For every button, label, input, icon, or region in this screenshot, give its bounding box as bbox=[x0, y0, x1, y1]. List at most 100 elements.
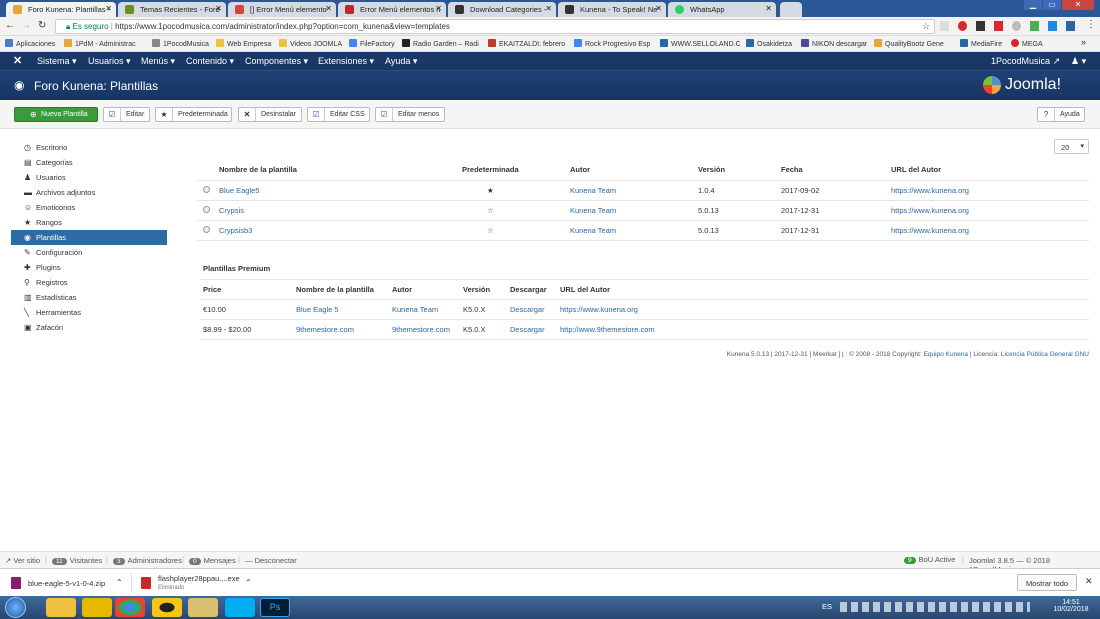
chevron-up-icon[interactable]: ⌃ bbox=[116, 578, 123, 587]
view-site-link[interactable]: ↗ Ver sitio bbox=[5, 556, 40, 565]
row-radio[interactable] bbox=[203, 225, 210, 233]
url-input[interactable]: 🔒︎ Es seguro | https://www.1pocodmusica.… bbox=[55, 19, 935, 34]
close-tab-icon[interactable]: ✕ bbox=[325, 4, 332, 13]
sidebar-item-categorias[interactable]: ▤ Categorías bbox=[11, 155, 167, 170]
row-radio[interactable] bbox=[203, 205, 210, 213]
edit-button[interactable]: ☑ Editar bbox=[103, 107, 150, 122]
bookmark-item[interactable]: Rock Progresivo Esp bbox=[574, 39, 650, 48]
extension-icon[interactable] bbox=[976, 21, 985, 31]
bou-status[interactable]: 9 BoU Active bbox=[904, 555, 955, 564]
browser-tab[interactable]: Error Menú elementos n ✕ bbox=[338, 2, 446, 17]
sidebar-item-herramientas[interactable]: ╲ Herramientas bbox=[11, 305, 167, 320]
menu-ayuda[interactable]: Ayuda ▾ bbox=[385, 56, 417, 67]
new-template-button[interactable]: ⊕ Nueva Plantilla bbox=[14, 107, 98, 122]
download-link[interactable]: Descargar bbox=[510, 305, 545, 314]
close-tab-icon[interactable]: ✕ bbox=[215, 4, 222, 13]
logout-link[interactable]: — Desconectar bbox=[245, 556, 297, 565]
template-name-link[interactable]: 9themestore.com bbox=[296, 325, 354, 334]
close-tab-icon[interactable]: ✕ bbox=[655, 4, 662, 13]
column-header[interactable]: URL del Autor bbox=[891, 160, 1089, 180]
list-limit-select[interactable]: 20 ▾ bbox=[1054, 139, 1089, 154]
menu-componentes[interactable]: Componentes ▾ bbox=[245, 56, 308, 67]
row-radio[interactable] bbox=[203, 185, 210, 193]
sidebar-item-plantillas[interactable]: ◉ Plantillas bbox=[11, 230, 167, 245]
column-header[interactable]: Versión bbox=[698, 160, 781, 180]
template-name-link[interactable]: Blue Eagle5 bbox=[219, 186, 259, 195]
reload-icon[interactable]: ↻ bbox=[38, 20, 46, 31]
column-header[interactable]: Nombre de la plantilla bbox=[219, 160, 462, 180]
extension-icon[interactable] bbox=[1066, 21, 1075, 31]
maximize-icon[interactable]: ▭ bbox=[1043, 0, 1061, 10]
close-icon[interactable]: ✕ bbox=[1085, 576, 1093, 587]
template-name-link[interactable]: Crypsisb3 bbox=[219, 226, 252, 235]
author-link[interactable]: Kunena Team bbox=[570, 186, 616, 195]
sidebar-item-plugins[interactable]: ✚ Plugins bbox=[11, 260, 167, 275]
author-link[interactable]: Kunena Team bbox=[570, 226, 616, 235]
edit-css-button[interactable]: ☑ Editar CSS bbox=[307, 107, 370, 122]
bookmark-item[interactable]: MEGA bbox=[1011, 39, 1043, 48]
clock[interactable]: 14:51 10/02/2018 bbox=[1053, 599, 1089, 613]
browser-menu-icon[interactable]: ⋮ bbox=[1086, 19, 1096, 30]
more-bookmarks-button[interactable]: » bbox=[1081, 37, 1086, 47]
default-star-icon[interactable]: ☆ bbox=[487, 226, 494, 235]
close-tab-icon[interactable]: ✕ bbox=[435, 4, 442, 13]
set-default-button[interactable]: ★ Predeterminada bbox=[155, 107, 232, 122]
sidebar-item-rangos[interactable]: ★ Rangos bbox=[11, 215, 167, 230]
menu-contenido[interactable]: Contenido ▾ bbox=[186, 56, 234, 67]
browser-tab[interactable]: [] Error Menú elemento ✕ bbox=[228, 2, 336, 17]
sidebar-item-zafacon[interactable]: ▣ Zafacón bbox=[11, 320, 167, 335]
bookmark-item[interactable]: Aplicaciones bbox=[5, 39, 55, 48]
sidebar-item-configuracion[interactable]: ✎ Configuración bbox=[11, 245, 167, 260]
browser-tab[interactable]: Temas Recientes - Foro ✕ bbox=[118, 2, 226, 17]
bookmark-star-icon[interactable]: ☆ bbox=[922, 21, 930, 32]
help-button[interactable]: ? Ayuda bbox=[1037, 107, 1085, 122]
author-link[interactable]: 9themestore.com bbox=[392, 325, 450, 334]
close-tab-icon[interactable]: ✕ bbox=[105, 4, 112, 13]
column-header[interactable]: Predeterminada bbox=[462, 160, 570, 180]
sidebar-item-escritorio[interactable]: ◷ Escritorio bbox=[11, 140, 167, 155]
uninstall-button[interactable]: ✕ Desinstalar bbox=[238, 107, 302, 122]
sidebar-item-estadisticas[interactable]: ▥ Estadísticas bbox=[11, 290, 167, 305]
bookmark-item[interactable]: Osakidetza bbox=[746, 39, 792, 48]
download-link[interactable]: Descargar bbox=[510, 325, 545, 334]
explorer-taskbar-icon[interactable] bbox=[46, 598, 76, 617]
user-menu[interactable]: ♟ ▾ bbox=[1071, 56, 1086, 67]
extension-icon[interactable] bbox=[1012, 21, 1021, 31]
close-tab-icon[interactable]: ✕ bbox=[545, 4, 552, 13]
browser-tab[interactable]: Kunena - To Speak! Ne ✕ bbox=[558, 2, 666, 17]
menu-menus[interactable]: Menús ▾ bbox=[141, 56, 175, 67]
bookmark-item[interactable]: Radio Garden – Radi bbox=[402, 39, 479, 48]
bookmark-item[interactable]: Videos JOOMLA bbox=[279, 39, 342, 48]
author-link[interactable]: Kunena Team bbox=[392, 305, 438, 314]
sidebar-item-archivos[interactable]: ▬ Archivos adjuntos bbox=[11, 185, 167, 200]
sidebar-item-registros[interactable]: ⚲ Registros bbox=[11, 275, 167, 290]
skype-taskbar-icon[interactable] bbox=[225, 598, 255, 617]
bookmark-item[interactable]: 1PdM - Administrac bbox=[64, 39, 136, 48]
template-name-link[interactable]: Blue Eagle 5 bbox=[296, 305, 339, 314]
download-filename[interactable]: flashplayer28ppau....exe bbox=[158, 574, 240, 583]
author-url-link[interactable]: https://www.kunena.org bbox=[891, 186, 969, 195]
messages-status[interactable]: 0 Mensajes bbox=[189, 556, 236, 565]
sidebar-item-usuarios[interactable]: ♟ Usuarios bbox=[11, 170, 167, 185]
bookmark-item[interactable]: MediaFire bbox=[960, 39, 1002, 48]
column-header[interactable]: Fecha bbox=[781, 160, 891, 180]
license-link[interactable]: Licencia Pública General GNU bbox=[1001, 351, 1089, 358]
bookmark-item[interactable]: Web Empresa bbox=[216, 39, 271, 48]
bookmark-item[interactable]: NIKON descargar bbox=[801, 39, 867, 48]
browser-tab-active[interactable]: Foro Kunena: Plantillas - ✕ bbox=[6, 2, 116, 17]
files-taskbar-icon[interactable] bbox=[188, 598, 218, 617]
author-url-link[interactable]: https://www.kunena.org bbox=[560, 305, 638, 314]
menu-extensiones[interactable]: Extensiones ▾ bbox=[318, 56, 374, 67]
extension-icon[interactable] bbox=[1030, 21, 1039, 31]
system-tray-icons[interactable] bbox=[840, 602, 1030, 612]
author-url-link[interactable]: https://www.kunena.org bbox=[891, 206, 969, 215]
bookmark-item[interactable]: 1PocodMusica bbox=[152, 39, 209, 48]
extension-icon[interactable] bbox=[1048, 21, 1057, 31]
visitors-status[interactable]: 11 Visitantes bbox=[52, 556, 102, 565]
close-tab-icon[interactable]: ✕ bbox=[765, 4, 772, 13]
author-url-link[interactable]: http://www.9themestore.com bbox=[560, 325, 655, 334]
default-star-icon[interactable]: ☆ bbox=[487, 206, 494, 215]
browser-tab[interactable]: WhatsApp ✕ bbox=[668, 2, 776, 17]
folder-taskbar-icon[interactable] bbox=[82, 598, 112, 617]
author-link[interactable]: Kunena Team bbox=[570, 206, 616, 215]
